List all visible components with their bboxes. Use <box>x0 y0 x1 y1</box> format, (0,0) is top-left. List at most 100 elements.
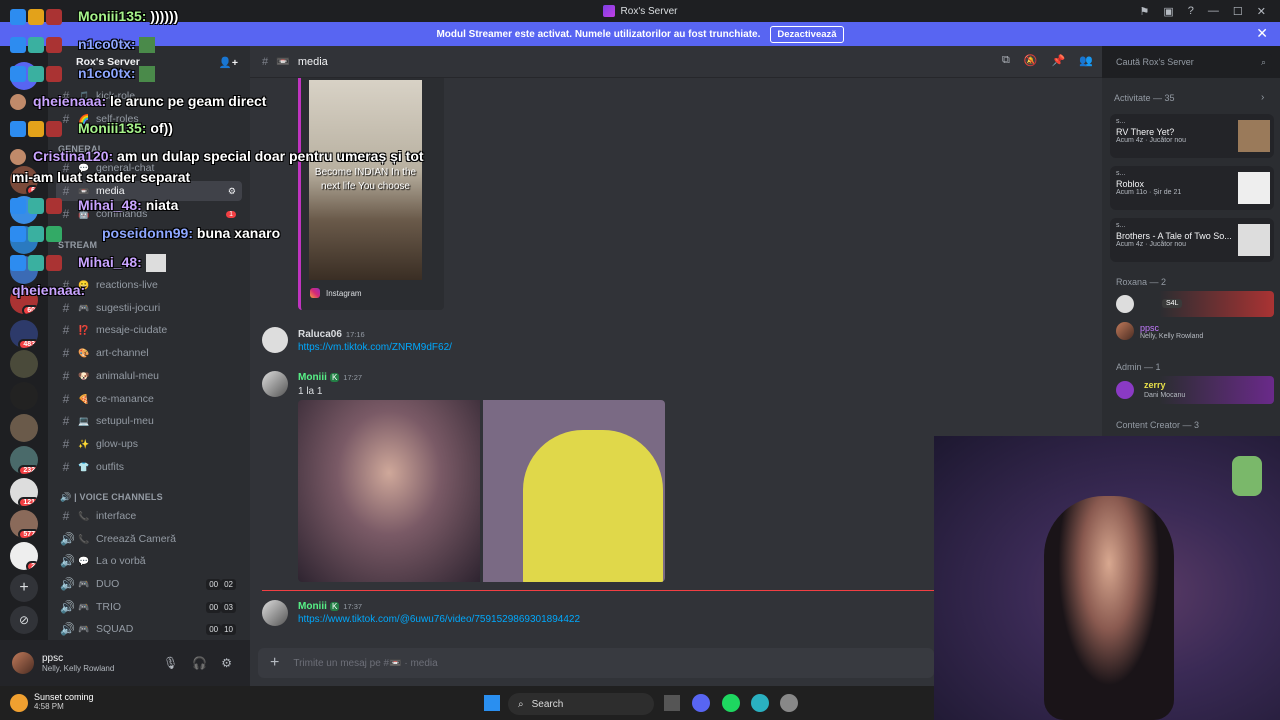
voice-channel-creeaza-camera[interactable]: 🔊 📞 Creează Cameră <box>56 529 242 549</box>
channel-label: Creează Cameră <box>96 533 176 545</box>
add-member-icon[interactable]: 👤+ <box>219 56 238 69</box>
threads-icon[interactable]: ⧉ <box>1002 54 1010 67</box>
disable-streamer-button[interactable]: Dezactivează <box>770 25 844 43</box>
hash-icon: # <box>262 55 269 68</box>
chat-user: poseidonn99: <box>102 225 194 241</box>
channel-label: SQUAD <box>96 623 134 635</box>
edge-taskbar-icon[interactable] <box>751 694 769 712</box>
members-icon[interactable]: 👥 <box>1079 54 1093 67</box>
channel-label: setupul-meu <box>96 415 154 427</box>
chevron-right-icon[interactable]: › <box>1261 92 1264 103</box>
activity-card[interactable]: s... Brothers - A Tale of Two So... Acum… <box>1110 218 1274 262</box>
channel-mesaje-ciudate[interactable]: # ⁉️ mesaje-ciudate <box>56 320 242 340</box>
server-icon[interactable] <box>10 382 38 410</box>
message-author[interactable]: Raluca06 <box>298 329 342 340</box>
maximize-button[interactable]: ☐ <box>1233 5 1243 18</box>
spotify-taskbar-icon[interactable] <box>722 694 740 712</box>
add-attachment-icon[interactable]: + <box>270 654 279 672</box>
channel-outfits[interactable]: # 👕 outfits <box>56 457 242 477</box>
headphones-icon[interactable]: 🎧 <box>192 656 207 670</box>
activity-card[interactable]: s... RV There Yet? Acum 4z · Jucător nou <box>1110 114 1274 158</box>
settings-icon[interactable]: ⚙ <box>228 186 236 197</box>
overlay-chat-line: Mihai_48: <box>78 254 166 273</box>
member-row[interactable]: ppsc Nelly, Kelly Rowland <box>1116 322 1203 340</box>
embed-caption: Become INDIAN In the next life You choos… <box>314 167 417 192</box>
server-icon[interactable]: 121 <box>10 478 38 506</box>
speaker-icon: 🔊 <box>60 554 75 568</box>
hash-icon: # <box>62 392 70 406</box>
channel-art-channel[interactable]: # 🎨 art-channel <box>56 343 242 363</box>
server-icon[interactable]: 2 <box>10 542 38 570</box>
game-thumbnail <box>1238 172 1270 204</box>
message-composer[interactable]: + Trimite un mesaj pe #📼 · media <box>258 648 934 678</box>
category-voice[interactable]: 🔊 | VOICE CHANNELS <box>60 492 163 503</box>
category-stream[interactable]: STREAM <box>58 240 97 250</box>
channel-interface[interactable]: # 📞 interface <box>56 506 242 526</box>
channel-emoji-icon: 🎮 <box>78 601 90 612</box>
attachment-gif[interactable] <box>483 400 665 582</box>
speaker-icon: 🔊 <box>60 577 75 591</box>
member-row[interactable]: zerry Dani Mocanu <box>1110 376 1274 404</box>
member-status: Nelly, Kelly Rowland <box>1140 332 1204 340</box>
microphone-icon[interactable]: 🎙 <box>163 656 178 670</box>
message-link[interactable]: https://vm.tiktok.com/ZNRM9dF62/ <box>298 342 452 353</box>
banner-close-icon[interactable]: ✕ <box>1256 25 1268 42</box>
avatar[interactable] <box>262 371 288 397</box>
new-messages-divider <box>262 590 934 591</box>
member-row[interactable]: S4L <box>1110 291 1274 317</box>
badge-icon <box>28 66 44 82</box>
channel-setupul-meu[interactable]: # 💻 setupul-meu <box>56 411 242 431</box>
inbox-icon[interactable]: ⚑ <box>1140 5 1150 18</box>
voice-channel-trio[interactable]: 🔊 🎮 TRIO 00 03 <box>56 597 242 617</box>
help-icon[interactable]: ? <box>1188 5 1194 17</box>
pepe-emote-icon <box>139 37 156 54</box>
server-icon[interactable]: 577 <box>10 510 38 538</box>
message-author[interactable]: Moniii <box>298 372 327 383</box>
server-icon[interactable] <box>10 414 38 442</box>
avatar[interactable] <box>262 327 288 353</box>
channel-emoji-icon: 📼 <box>276 56 290 68</box>
avatar[interactable] <box>262 600 288 626</box>
server-icon[interactable] <box>10 350 38 378</box>
search-input[interactable]: Caută Rox's Server ⌕ <box>1110 54 1272 71</box>
attachment-image[interactable] <box>298 400 480 582</box>
task-view-icon[interactable] <box>664 695 680 711</box>
voice-channel-squad[interactable]: 🔊 🎮 SQUAD 00 10 <box>56 619 242 639</box>
chat-badges <box>10 94 26 110</box>
screen-icon[interactable]: ▣ <box>1163 5 1173 18</box>
chat-message: buna xanaro <box>196 225 281 241</box>
message-author[interactable]: Moniii <box>298 601 327 612</box>
app-taskbar-icon[interactable] <box>780 694 798 712</box>
message-link[interactable]: https://www.tiktok.com/@6uwu76/video/759… <box>298 614 580 625</box>
notifications-icon[interactable]: 🔕 <box>1024 54 1038 67</box>
overlay-chat-line: Mihai_48: niata <box>78 197 178 213</box>
channel-emoji-icon: 🍕 <box>78 393 90 404</box>
pin-icon[interactable]: 📌 <box>1052 54 1066 67</box>
activity-card[interactable]: s... Roblox Acum 11o · Șir de 21 <box>1110 166 1274 210</box>
add-server-icon[interactable]: + <box>10 574 38 602</box>
activity-header[interactable]: Activitate — 35 <box>1114 93 1175 103</box>
taskbar-search[interactable]: ⌕ Search <box>508 693 654 715</box>
server-icon[interactable]: 483 <box>10 320 38 348</box>
badge-icon <box>46 9 62 25</box>
channel-glow-ups[interactable]: # ✨ glow-ups <box>56 434 242 454</box>
chat-user: Moniii135: <box>78 8 147 24</box>
channel-animalul-meu[interactable]: # 🐶 animalul-meu <box>56 366 242 386</box>
voice-channel-la-o-vorba[interactable]: 🔊 💬 La o vorbă <box>56 551 242 571</box>
discord-taskbar-icon[interactable] <box>692 694 710 712</box>
channel-ce-manance[interactable]: # 🍕 ce-manance <box>56 389 242 409</box>
channel-sugestii-jocuri[interactable]: # 🎮 sugestii-jocuri <box>56 298 242 318</box>
avatar-badge-icon <box>10 149 26 165</box>
close-window-button[interactable]: ✕ <box>1257 5 1266 18</box>
avatar[interactable] <box>12 652 34 674</box>
discover-icon[interactable]: ⊘ <box>10 606 38 634</box>
member-name: ppsc <box>1140 322 1160 333</box>
weather-icon[interactable] <box>10 694 28 712</box>
gear-icon[interactable]: ⚙ <box>221 656 232 670</box>
category-voice-label: | VOICE CHANNELS <box>74 492 163 502</box>
avatar-badge-icon <box>10 94 26 110</box>
windows-start-icon[interactable] <box>484 695 500 711</box>
server-icon[interactable]: 232 <box>10 446 38 474</box>
minimize-button[interactable]: — <box>1208 5 1219 17</box>
voice-channel-duo[interactable]: 🔊 🎮 DUO 00 02 <box>56 574 242 594</box>
